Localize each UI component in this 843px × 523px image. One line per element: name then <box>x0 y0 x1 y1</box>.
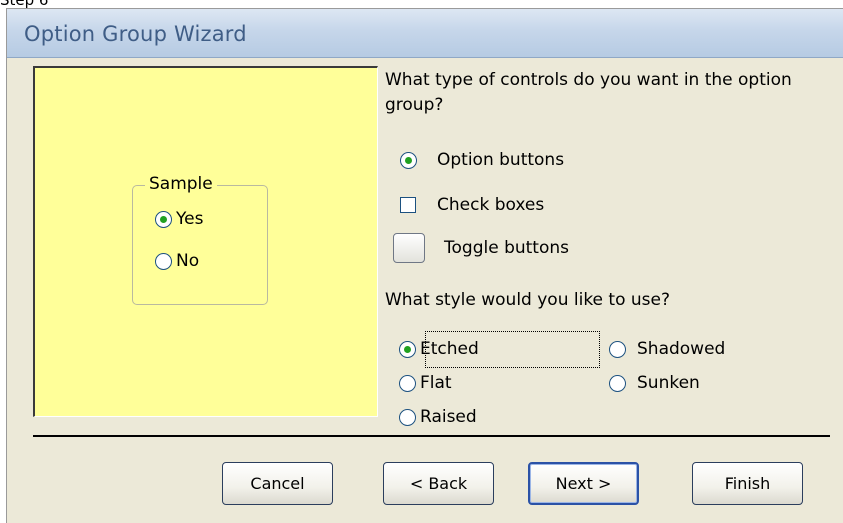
next-button[interactable]: Next > <box>528 462 639 505</box>
radio-unchecked-icon[interactable] <box>399 374 416 392</box>
toggle-buttons-label: Toggle buttons <box>444 238 569 258</box>
radio-unchecked-icon[interactable] <box>609 340 626 358</box>
checkbox-icon[interactable] <box>400 197 416 213</box>
style-sunken-label: Sunken <box>637 373 700 393</box>
style-shadowed-label: Shadowed <box>637 339 726 359</box>
toggle-button-icon[interactable] <box>393 233 425 263</box>
style-question: What style would you like to use? <box>385 290 671 310</box>
separator-line <box>33 435 830 437</box>
cancel-button[interactable]: Cancel <box>222 462 333 505</box>
check-boxes-choice[interactable]: Check boxes <box>400 195 544 215</box>
radio-checked-icon[interactable] <box>399 340 416 358</box>
radio-unchecked-icon <box>155 252 172 270</box>
radio-unchecked-icon[interactable] <box>609 374 626 392</box>
radio-checked-icon <box>155 210 172 228</box>
wizard-dialog: Option Group Wizard Sample Yes No What t… <box>6 8 843 523</box>
sample-option-yes: Yes <box>155 209 203 229</box>
sample-option-label: Yes <box>176 209 204 229</box>
style-flat-choice[interactable]: Flat <box>399 373 452 393</box>
style-etched-label: Etched <box>420 339 479 359</box>
check-boxes-label: Check boxes <box>437 195 545 215</box>
style-raised-choice[interactable]: Raised <box>399 407 477 427</box>
sample-option-label: No <box>176 251 200 271</box>
sample-option-no: No <box>155 251 199 271</box>
title-bar: Option Group Wizard <box>7 9 843 58</box>
sample-preview: Sample Yes No <box>33 66 378 417</box>
toggle-buttons-choice[interactable]: Toggle buttons <box>393 233 569 263</box>
option-buttons-choice[interactable]: Option buttons <box>400 150 564 170</box>
sample-option-group: Sample Yes No <box>132 174 268 305</box>
style-flat-label: Flat <box>420 373 452 393</box>
dialog-title: Option Group Wizard <box>24 22 247 46</box>
control-type-question: What type of controls do you want in the… <box>385 70 792 115</box>
radio-unchecked-icon[interactable] <box>399 408 416 426</box>
back-button[interactable]: < Back <box>383 462 494 505</box>
style-etched-choice[interactable]: Etched <box>399 339 479 359</box>
finish-button[interactable]: Finish <box>692 462 803 505</box>
style-sunken-choice[interactable]: Sunken <box>609 373 700 393</box>
style-shadowed-choice[interactable]: Shadowed <box>609 339 725 359</box>
style-raised-label: Raised <box>420 407 477 427</box>
sample-legend: Sample <box>145 174 217 194</box>
option-buttons-label: Option buttons <box>437 150 565 170</box>
radio-checked-icon[interactable] <box>400 151 417 169</box>
